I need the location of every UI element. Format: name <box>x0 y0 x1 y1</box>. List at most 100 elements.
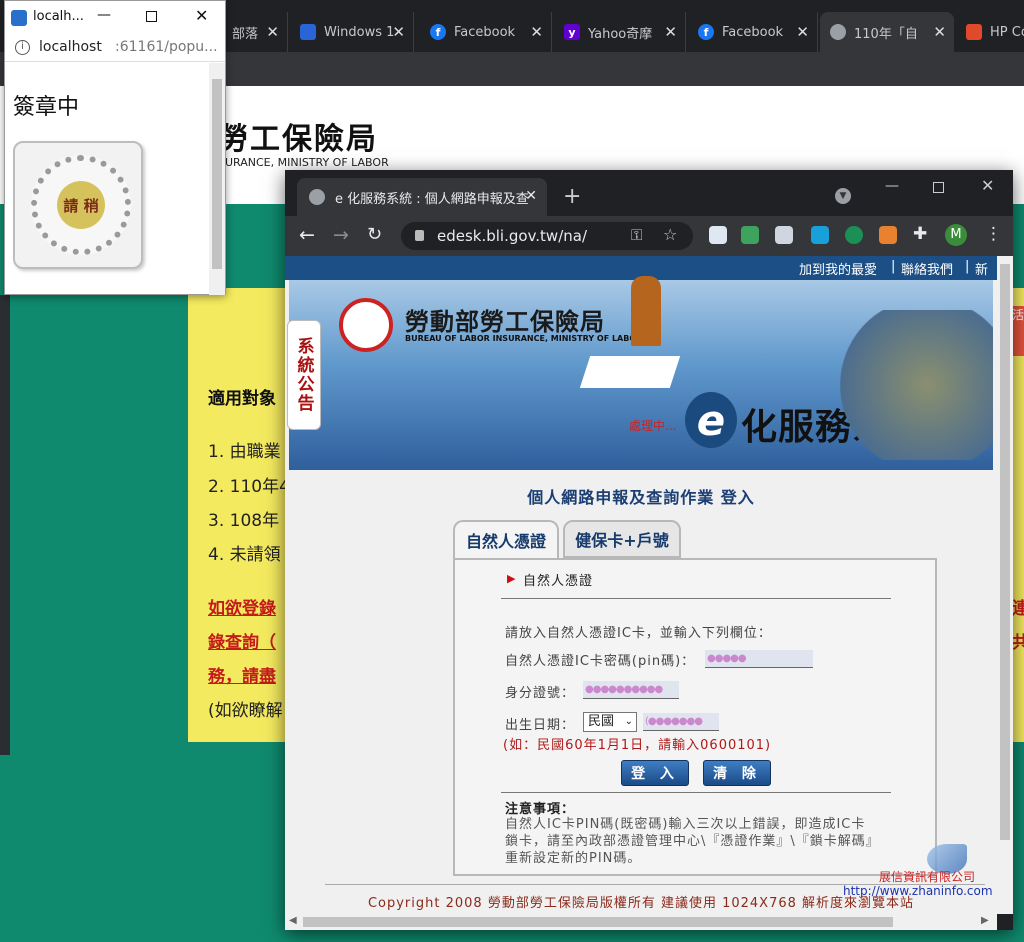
id-input[interactable]: ●●●●●●●●●● <box>583 681 679 699</box>
document-icon <box>579 356 681 388</box>
bg-tab-4[interactable]: y Yahoo奇摩 ✕ <box>554 12 686 52</box>
login-button[interactable]: 登 入 <box>621 760 689 786</box>
era-value: 民國 <box>588 714 615 729</box>
url-text: edesk.bli.gov.tw/na/ <box>437 227 588 245</box>
horizontal-scrollbar[interactable]: ◀ ▶ <box>285 914 997 930</box>
bg-left-sidebar <box>0 295 10 755</box>
reload-icon[interactable]: ↻ <box>367 224 382 245</box>
fg-page-content: 加到我的最愛 | 聯絡我們 | 新手 勞動部勞工保險局 BUREAU OF LA… <box>285 256 997 914</box>
info-icon[interactable]: i <box>15 40 30 55</box>
extension-icon[interactable] <box>811 226 829 244</box>
bg-list-item: 4. 未請領 <box>208 545 281 565</box>
tab-label: Facebook <box>722 24 784 40</box>
close-icon[interactable]: ✕ <box>981 176 994 195</box>
minimize-icon[interactable]: — <box>97 7 111 23</box>
bg-content-heading: 適用對象 <box>208 389 276 409</box>
code-extension-icon[interactable] <box>775 226 793 244</box>
bg-tab-1[interactable]: 部落 ✕ <box>222 12 288 52</box>
globe-icon <box>830 24 846 40</box>
address-bar[interactable]: edesk.bli.gov.tw/na/ ⚿ ☆ <box>401 222 693 250</box>
lock-icon[interactable] <box>415 230 424 241</box>
separator: | <box>891 259 896 274</box>
bg-tab-6[interactable]: 110年「自 ✕ <box>820 12 954 52</box>
maximize-icon[interactable] <box>146 11 157 22</box>
popup-scrollbar[interactable] <box>209 63 225 295</box>
key-icon[interactable]: ⚿ <box>631 226 642 244</box>
notice-tab[interactable]: 系統公告 <box>287 320 321 430</box>
scroll-left-icon[interactable]: ◀ <box>289 915 297 926</box>
close-icon[interactable]: ✕ <box>933 23 946 41</box>
extension-icon[interactable] <box>709 226 727 244</box>
puzzle-icon[interactable]: ✚ <box>913 224 927 244</box>
close-icon[interactable]: ✕ <box>664 23 677 41</box>
close-icon[interactable]: ✕ <box>530 23 543 41</box>
close-icon[interactable]: ✕ <box>195 6 208 25</box>
instruction-text: 請放入自然人憑證IC卡，並輸入下列欄位： <box>505 626 772 641</box>
menu-icon[interactable]: ⋮ <box>985 224 1002 244</box>
tab-citizen-certificate[interactable]: 自然人憑證 <box>453 520 559 558</box>
extension-icon[interactable] <box>741 226 759 244</box>
extension-icon[interactable] <box>879 226 897 244</box>
popup-address-bar[interactable]: i localhost :61161/popu... <box>5 34 225 62</box>
link-contact[interactable]: 聯絡我們 <box>901 259 953 278</box>
watermark-name: 展信資訊有限公司 <box>879 870 976 884</box>
bg-link[interactable]: 如欲登錄 <box>208 594 276 619</box>
stamp-label: 請 稍 <box>57 181 105 229</box>
bg-tab-7[interactable]: HP Co <box>956 12 1024 52</box>
fisherman-photo <box>829 310 993 460</box>
forward-icon[interactable]: → <box>333 224 349 246</box>
tab-label: Yahoo奇摩 <box>588 26 653 42</box>
tab-search-icon[interactable]: ▼ <box>835 188 851 204</box>
tab-health-card[interactable]: 健保卡+戶號 <box>563 520 681 558</box>
dob-input[interactable]: (●●●●●●● <box>643 713 719 731</box>
app-icon <box>11 10 27 26</box>
fg-tab[interactable]: e 化服務系統 : 個人網路申報及查 ✕ <box>297 178 547 216</box>
bg-link[interactable]: 務，請盡 <box>208 662 276 687</box>
minimize-icon[interactable]: — <box>885 178 899 194</box>
power-icon[interactable] <box>845 226 863 244</box>
divider <box>501 792 891 793</box>
clear-button[interactable]: 清 除 <box>703 760 771 786</box>
bg-right-fragment: 活 <box>1012 306 1024 356</box>
close-icon[interactable]: ✕ <box>392 23 405 41</box>
scroll-thumb[interactable] <box>212 79 222 269</box>
stamp-animation: 請 稍 <box>13 141 143 269</box>
bg-tab-3[interactable]: f Facebook ✕ <box>420 12 552 52</box>
back-icon[interactable]: ← <box>299 224 315 246</box>
foreground-browser-window: e 化服務系統 : 個人網路申報及查 ✕ + ▼ — ✕ ← → ↻ edesk… <box>285 170 1013 930</box>
bg-list-item: 2. 110年4 <box>208 477 290 497</box>
popup-window: localh... — ✕ i localhost :61161/popu...… <box>4 0 226 295</box>
bg-right-fragment: 共 <box>1012 633 1024 653</box>
bg-link[interactable]: 錄查詢（ <box>208 628 276 653</box>
close-icon[interactable]: ✕ <box>266 23 279 41</box>
scroll-thumb[interactable] <box>1000 264 1010 840</box>
close-icon[interactable]: ✕ <box>796 23 809 41</box>
bg-tab-2[interactable]: Windows 1 ✕ <box>290 12 414 52</box>
bg-list-item: 3. 108年 <box>208 511 280 531</box>
star-icon[interactable]: ☆ <box>663 225 677 244</box>
bli-logo-icon <box>339 298 393 352</box>
bg-site-title: 勞工保險局 <box>218 122 378 157</box>
new-tab-icon[interactable]: + <box>563 184 581 209</box>
popup-heading: 簽章中 <box>13 95 80 120</box>
dob-hint: (如：民國60年1月1日，請輸入0600101) <box>503 738 772 753</box>
divider <box>501 598 891 599</box>
popup-url-host: localhost <box>39 39 102 55</box>
bg-tab-5[interactable]: f Facebook ✕ <box>688 12 818 52</box>
pin-input[interactable]: ●●●●● <box>705 650 813 668</box>
stamp-icon <box>631 276 661 346</box>
scroll-right-icon[interactable]: ▶ <box>981 915 989 926</box>
bg-right-fragment: 連 <box>1012 599 1024 619</box>
maximize-icon[interactable] <box>933 182 944 193</box>
scroll-thumb[interactable] <box>303 917 893 927</box>
popup-url-rest: :61161/popu... <box>115 39 218 55</box>
profile-avatar[interactable]: M <box>945 224 967 246</box>
era-select[interactable]: 民國 ⌄ <box>583 712 637 732</box>
page-heading: 個人網路申報及查詢作業 登入 <box>527 488 755 507</box>
close-icon[interactable]: ✕ <box>525 188 537 204</box>
tab-label: 部落 <box>232 26 259 42</box>
windows-icon <box>300 24 316 40</box>
vertical-scrollbar[interactable] <box>997 256 1013 914</box>
tab-label: Facebook <box>454 24 516 40</box>
link-add-favorite[interactable]: 加到我的最愛 <box>799 259 877 278</box>
